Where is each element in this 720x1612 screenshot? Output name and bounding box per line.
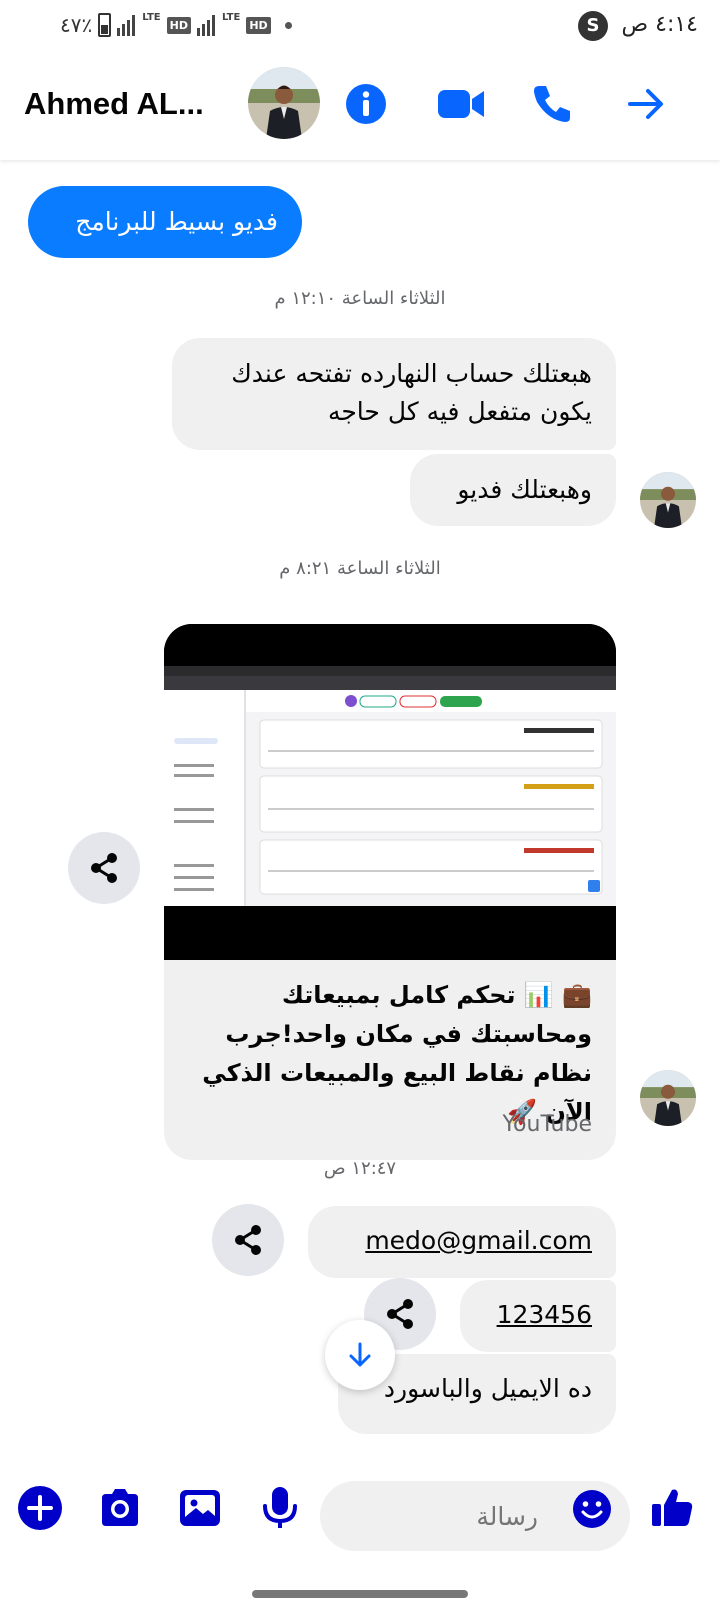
camera-icon[interactable] — [96, 1484, 144, 1532]
share-icon — [387, 1299, 413, 1329]
email-link[interactable]: medo@gmail.com — [365, 1226, 592, 1255]
contact-name[interactable]: Ahmed AL... — [24, 86, 204, 122]
link-source: YouTube — [502, 1112, 592, 1137]
share-icon — [91, 853, 117, 883]
share-button[interactable] — [68, 832, 140, 904]
message-list[interactable]: فديو بسيط للبرنامج الثلاثاء الساعة ١٢:١٠… — [0, 160, 720, 1460]
message-composer — [0, 1462, 720, 1572]
home-indicator[interactable] — [252, 1590, 468, 1598]
avatar-photo — [640, 1070, 696, 1126]
clock: ٤:١٤ ص — [621, 12, 698, 37]
arrow-down-icon — [349, 1342, 371, 1367]
info-icon[interactable] — [344, 82, 388, 126]
microphone-icon[interactable] — [256, 1484, 304, 1532]
notification-dot-icon — [284, 21, 292, 29]
message-bubble-sent[interactable]: فديو بسيط للبرنامج — [28, 186, 302, 258]
scroll-to-bottom-button[interactable] — [325, 1320, 395, 1390]
timestamp: الثلاثاء الساعة ١٢:١٠ م — [274, 288, 446, 309]
hd-voice-badge: HD — [246, 16, 271, 34]
video-thumbnail[interactable] — [164, 624, 616, 960]
avatar[interactable] — [248, 67, 320, 139]
arrow-right-icon[interactable] — [624, 82, 668, 126]
emoji-icon[interactable] — [572, 1489, 612, 1529]
battery-percentage: ٤٧٪ — [60, 13, 93, 37]
message-bubble-received[interactable]: هبعتلك حساب النهارده تفتحه عندك يكون متف… — [172, 338, 616, 450]
signal-strength-icon — [196, 14, 215, 36]
network-type-label: LTE — [221, 12, 241, 23]
video-call-icon[interactable] — [436, 82, 486, 126]
share-button[interactable] — [212, 1204, 284, 1276]
avatar[interactable] — [640, 1070, 696, 1126]
chat-header: Ahmed AL... — [0, 52, 720, 160]
message-bubble-received[interactable]: 123456 — [460, 1280, 616, 1352]
status-bar: ٤٧٪ LTE HD LTE HD S ٤:١٤ ص — [0, 0, 720, 52]
share-icon — [235, 1225, 261, 1255]
app-notification-icon: S — [578, 11, 608, 41]
thumbs-up-icon[interactable] — [648, 1484, 696, 1532]
phone-number-link[interactable]: 123456 — [497, 1300, 592, 1329]
link-preview-card[interactable]: 💼 📊 تحكم كامل بمبيعاتك ومحاسبتك في مكان … — [164, 624, 616, 1160]
video-screenshot-image — [164, 624, 616, 960]
avatar[interactable] — [640, 472, 696, 528]
signal-strength-icon — [117, 14, 136, 36]
timestamp: الثلاثاء الساعة ٨:٢١ م — [279, 558, 441, 579]
message-bubble-received[interactable]: وهبعتلك فديو — [410, 454, 616, 526]
battery-icon — [98, 13, 112, 37]
timestamp: ١٢:٤٧ ص — [323, 1158, 397, 1179]
avatar-photo — [640, 472, 696, 528]
message-bubble-received[interactable]: medo@gmail.com — [308, 1206, 616, 1278]
status-left-group: ٤٧٪ LTE HD LTE HD — [60, 12, 292, 38]
gallery-icon[interactable] — [176, 1484, 224, 1532]
link-preview-title: 💼 📊 تحكم كامل بمبيعاتك ومحاسبتك في مكان … — [202, 981, 592, 1126]
hd-voice-badge: HD — [166, 16, 191, 34]
add-icon[interactable] — [16, 1484, 64, 1532]
avatar-photo — [248, 67, 320, 139]
phone-icon[interactable] — [530, 82, 574, 126]
network-type-label: LTE — [142, 12, 161, 23]
